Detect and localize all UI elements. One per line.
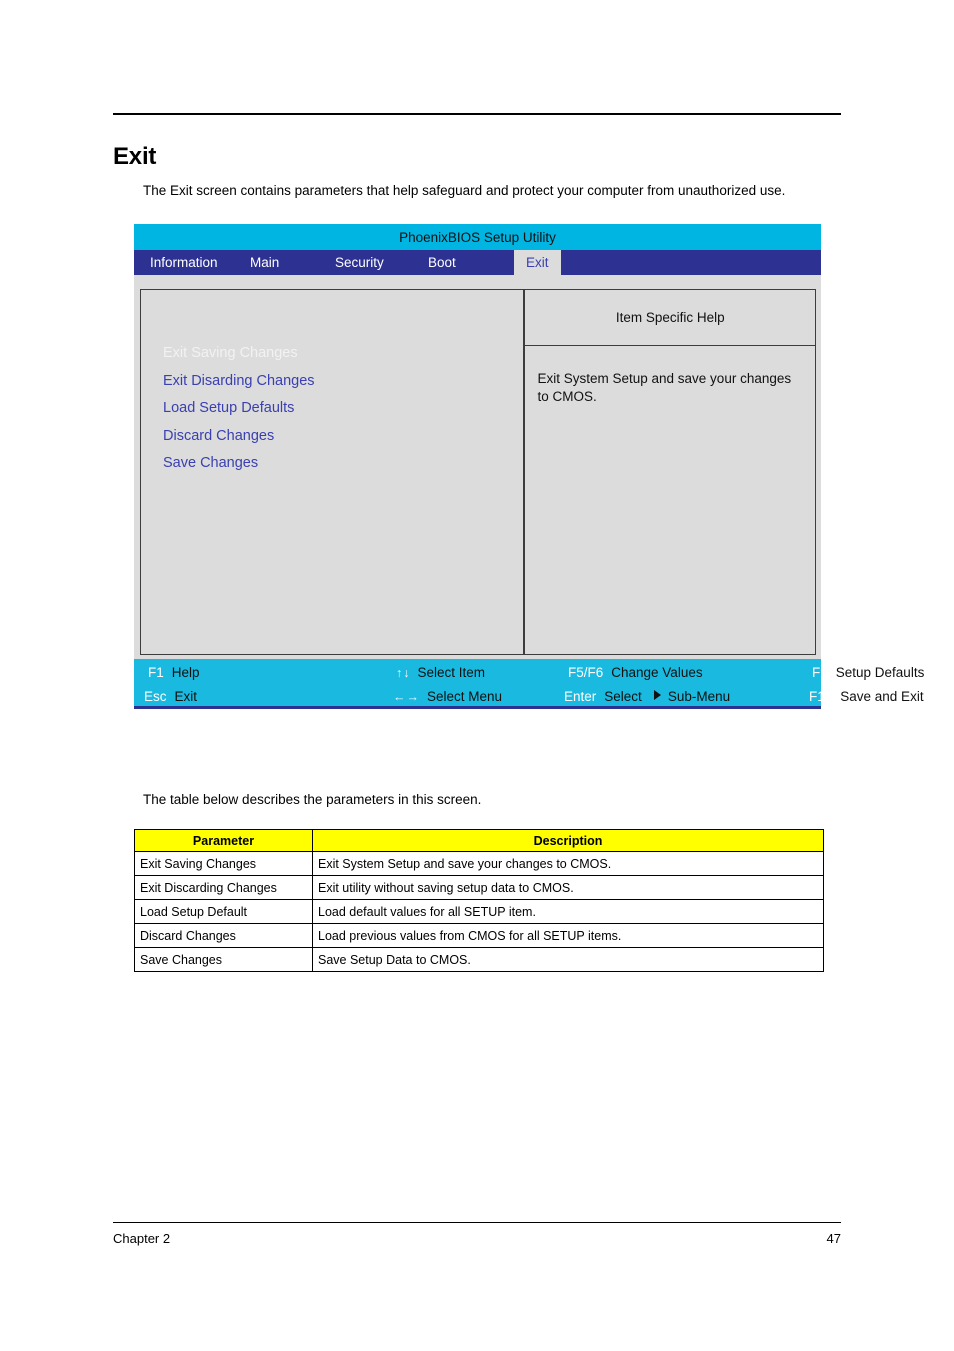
- bios-title-bar: PhoenixBIOS Setup Utility: [134, 224, 821, 250]
- cell-description: Exit System Setup and save your changes …: [312, 851, 824, 876]
- table-header-row: Parameter Description: [134, 829, 824, 852]
- table-header-description: Description: [312, 829, 824, 852]
- cell-parameter: Save Changes: [134, 947, 313, 972]
- bios-panels: Exit Saving Changes Exit Disarding Chang…: [140, 289, 816, 655]
- cell-parameter: Exit Discarding Changes: [134, 875, 313, 900]
- key-f10-glyph: F10: [809, 689, 833, 704]
- menu-item-save-changes[interactable]: Save Changes: [163, 456, 517, 471]
- function-key-row-2: Esc Exit ←→ Select Menu Enter Select Sub…: [134, 684, 924, 709]
- key-f9-glyph: F9: [812, 665, 828, 680]
- tab-exit[interactable]: Exit: [514, 250, 561, 275]
- table-body: Exit Saving Changes Exit System Setup an…: [134, 851, 824, 972]
- key-esc-glyph: Esc: [144, 689, 167, 704]
- tab-main[interactable]: Main: [238, 250, 323, 275]
- table-header-parameter: Parameter: [134, 829, 313, 852]
- key-enter-submenu-label: Sub-Menu: [667, 689, 731, 704]
- cell-parameter: Load Setup Default: [134, 899, 313, 924]
- key-f1-label: Help: [171, 665, 200, 680]
- tab-boot-label: Boot: [428, 255, 456, 270]
- tab-security[interactable]: Security: [323, 250, 416, 275]
- cell-description: Load previous values from CMOS for all S…: [312, 923, 824, 948]
- menu-item-discard-changes[interactable]: Discard Changes: [163, 427, 517, 444]
- key-enter-label: Select: [604, 689, 642, 704]
- arrow-up-down-icon: ↑↓: [396, 665, 411, 680]
- key-updown-select-item[interactable]: ↑↓ Select Item: [396, 660, 485, 685]
- table-intro-paragraph: The table below describes the parameters…: [143, 791, 482, 807]
- table-row: Exit Discarding Changes Exit utility wit…: [134, 875, 824, 900]
- key-f1-help[interactable]: F1 Help: [148, 660, 200, 685]
- key-leftright-select-menu[interactable]: ←→ Select Menu: [393, 684, 502, 709]
- bios-body: Exit Saving Changes Exit Disarding Chang…: [134, 275, 924, 709]
- cell-description: Exit utility without saving setup data t…: [312, 875, 824, 900]
- submenu-triangle-icon: [653, 689, 661, 700]
- key-f5f6-glyph: F5/F6: [568, 665, 604, 680]
- table-row: Exit Saving Changes Exit System Setup an…: [134, 851, 824, 876]
- bios-title-text: PhoenixBIOS Setup Utility: [399, 229, 556, 245]
- key-esc-label: Exit: [174, 689, 198, 704]
- bios-menu-list: Exit Saving Changes Exit Disarding Chang…: [163, 346, 517, 484]
- cell-parameter: Exit Saving Changes: [134, 851, 313, 876]
- tab-information[interactable]: Information: [134, 250, 238, 275]
- arrow-left-right-icon: ←→: [393, 689, 420, 704]
- key-f10-label: Save and Exit: [840, 689, 924, 704]
- help-panel-title-text: Item Specific Help: [615, 310, 725, 325]
- key-esc-exit[interactable]: Esc Exit: [144, 684, 197, 709]
- tab-information-label: Information: [150, 255, 218, 270]
- menu-item-label: Save Changes: [163, 455, 259, 471]
- table-row: Load Setup Default Load default values f…: [134, 899, 824, 924]
- table-row: Save Changes Save Setup Data to CMOS.: [134, 947, 824, 972]
- menu-item-label: Load Setup Defaults: [163, 400, 295, 416]
- key-enter-glyph: Enter: [564, 689, 597, 704]
- tab-bar-filler: [560, 250, 821, 275]
- item-specific-help-panel: Item Specific Help Exit System Setup and…: [524, 289, 816, 655]
- bios-tab-bar: Information Main Security Boot Exit: [134, 250, 821, 275]
- key-f10-save-and-exit[interactable]: F10 Save and Exit: [809, 684, 924, 709]
- menu-item-exit-disarding-changes[interactable]: Exit Disarding Changes: [163, 372, 517, 389]
- bios-setup-screenshot: PhoenixBIOS Setup Utility Information Ma…: [134, 224, 924, 734]
- tab-main-label: Main: [250, 255, 280, 270]
- page-top-rule: [113, 113, 841, 115]
- menu-item-load-setup-defaults[interactable]: Load Setup Defaults: [163, 401, 517, 416]
- cell-description: Save Setup Data to CMOS.: [312, 947, 824, 972]
- key-leftright-label: Select Menu: [427, 689, 503, 704]
- function-key-row-1: F1 Help ↑↓ Select Item F5/F6 Change Valu…: [134, 660, 924, 685]
- page-title: Exit: [113, 143, 157, 171]
- cell-parameter: Discard Changes: [134, 923, 313, 948]
- bios-function-key-bar: F1 Help ↑↓ Select Item F5/F6 Change Valu…: [134, 659, 924, 709]
- key-f5f6-change-values[interactable]: F5/F6 Change Values: [568, 660, 703, 685]
- parameter-description-table: Parameter Description Exit Saving Change…: [134, 829, 824, 972]
- help-panel-text: Exit System Setup and save your changes …: [537, 371, 792, 405]
- table-head: Parameter Description: [134, 829, 824, 852]
- key-f9-setup-defaults[interactable]: F9 Setup Defaults: [812, 660, 924, 685]
- key-f9-label: Setup Defaults: [835, 665, 925, 680]
- key-enter-select-submenu[interactable]: Enter Select Sub-Menu: [564, 684, 730, 709]
- footer-page-number: 47: [826, 1231, 841, 1246]
- menu-item-label: Exit Saving Changes: [163, 345, 298, 361]
- key-updown-label: Select Item: [417, 665, 486, 680]
- table-row: Discard Changes Load previous values fro…: [134, 923, 824, 948]
- help-panel-title: Item Specific Help: [525, 290, 815, 346]
- menu-item-label: Exit Disarding Changes: [163, 372, 315, 389]
- menu-item-exit-saving-changes[interactable]: Exit Saving Changes: [163, 346, 517, 361]
- tab-exit-label: Exit: [526, 255, 549, 270]
- intro-paragraph: The Exit screen contains parameters that…: [143, 182, 786, 198]
- menu-item-label: Discard Changes: [163, 427, 275, 444]
- tab-boot[interactable]: Boot: [416, 250, 514, 275]
- bios-menu-panel: Exit Saving Changes Exit Disarding Chang…: [140, 289, 525, 655]
- key-f1-glyph: F1: [148, 665, 164, 680]
- page-bottom-rule: [113, 1222, 841, 1223]
- key-f5f6-label: Change Values: [611, 665, 703, 680]
- cell-description: Load default values for all SETUP item.: [312, 899, 824, 924]
- tab-security-label: Security: [335, 255, 384, 270]
